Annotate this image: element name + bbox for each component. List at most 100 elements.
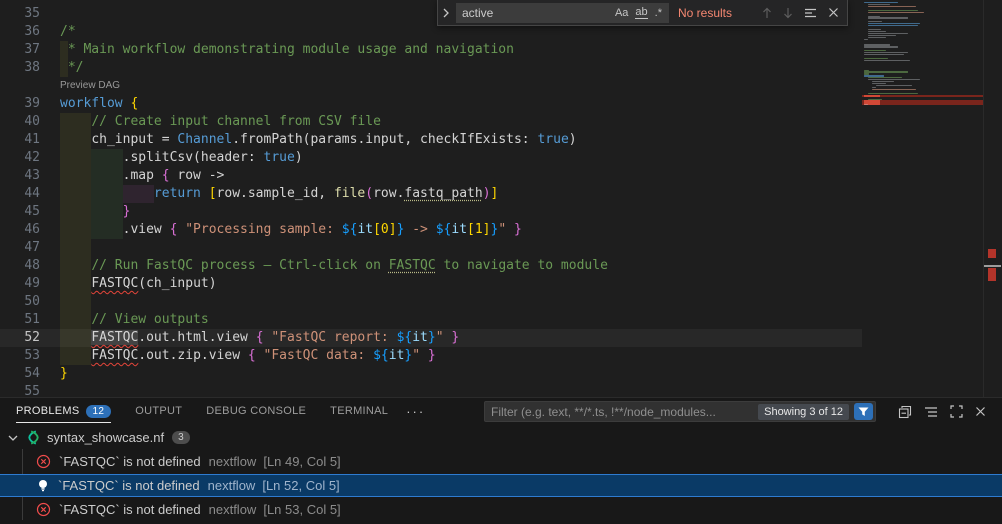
collapse-all-icon[interactable]: [898, 405, 912, 419]
token: (ch_input): [138, 276, 216, 291]
toggle-replace-chevron-icon[interactable]: [438, 0, 454, 25]
code-line[interactable]: 54}: [0, 365, 862, 383]
code-line[interactable]: 43 .map { row ->: [0, 167, 862, 185]
panel-tab-label: OUTPUT: [135, 405, 182, 417]
token: ${: [342, 222, 358, 237]
panel-actions: [898, 401, 986, 422]
token: ": [436, 330, 444, 345]
line-number: 44: [0, 185, 40, 203]
panel-tab-terminal[interactable]: TERMINAL: [330, 398, 388, 424]
token: workflow: [60, 96, 130, 111]
code-text: // Run FastQC process – Ctrl-click on FA…: [60, 257, 608, 275]
code-line[interactable]: 42 .splitCsv(header: true): [0, 149, 862, 167]
code-editor[interactable]: 3536/*37 * Main workflow demonstrating m…: [0, 0, 1002, 397]
code-line[interactable]: 41 ch_input = Channel.fromPath(params.in…: [0, 131, 862, 149]
problem-row[interactable]: `FASTQC` is not definednextflow[Ln 49, C…: [0, 450, 1002, 473]
code-text: */: [60, 59, 83, 77]
close-find-icon[interactable]: [828, 7, 839, 18]
line-number: 36: [0, 23, 40, 41]
token: true: [537, 132, 568, 147]
panel-tab-debug-console[interactable]: DEBUG CONSOLE: [206, 398, 306, 424]
code-line[interactable]: 40 // Create input channel from CSV file: [0, 113, 862, 131]
token: ${: [373, 348, 389, 363]
find-in-selection-icon[interactable]: [804, 7, 817, 19]
whole-word-icon[interactable]: ab: [635, 6, 647, 19]
token: [60, 186, 154, 201]
code-text: // View outputs: [60, 311, 209, 329]
minimap-line: [864, 104, 868, 105]
panel-tab-output[interactable]: OUTPUT: [135, 398, 182, 424]
token: fastq_path: [404, 186, 482, 201]
token: [60, 204, 123, 219]
code-text: /*: [60, 23, 76, 41]
find-query[interactable]: active: [456, 6, 615, 20]
code-line[interactable]: 49 FASTQC(ch_input): [0, 275, 862, 293]
code-line[interactable]: 46 .view { "Processing sample: ${it[0]} …: [0, 221, 862, 239]
chevron-down-icon[interactable]: [8, 434, 18, 442]
find-widget: active Aa ab .* No results: [437, 0, 848, 26]
token: // Run FastQC process – Ctrl-click on: [91, 258, 388, 273]
line-number: 48: [0, 257, 40, 275]
code-line[interactable]: 48 // Run FastQC process – Ctrl-click on…: [0, 257, 862, 275]
problem-source: nextflow: [209, 454, 257, 469]
token: .map: [60, 168, 162, 183]
code-line[interactable]: 44 return [row.sample_id, file(row.fastq…: [0, 185, 862, 203]
token: ): [483, 186, 491, 201]
regex-icon[interactable]: .*: [655, 7, 662, 19]
filter-input[interactable]: [485, 405, 758, 419]
line-number: 54: [0, 365, 40, 383]
token: [60, 258, 91, 273]
token: }: [428, 330, 436, 345]
match-case-icon[interactable]: Aa: [615, 7, 628, 19]
token: */: [60, 60, 83, 75]
minimap-line: [868, 17, 908, 18]
filter-funnel-icon[interactable]: [854, 403, 873, 420]
close-panel-icon[interactable]: [975, 406, 986, 417]
minimap-line: [864, 39, 868, 40]
code-text: [60, 239, 91, 257]
token: [60, 240, 91, 255]
more-actions-icon[interactable]: ···: [406, 404, 425, 419]
panel-tab-problems[interactable]: PROBLEMS12: [16, 398, 111, 424]
problem-message: `FASTQC` is not defined: [59, 502, 201, 517]
problem-position: [Ln 53, Col 5]: [263, 502, 340, 517]
code-text: FASTQC.out.html.view { "FastQC report: $…: [60, 329, 459, 347]
line-number: 46: [0, 221, 40, 239]
maximize-panel-icon[interactable]: [950, 405, 963, 418]
code-line[interactable]: 51 // View outputs: [0, 311, 862, 329]
problem-row[interactable]: `FASTQC` is not definednextflow[Ln 53, C…: [0, 498, 1002, 521]
code-line[interactable]: 39workflow {: [0, 95, 862, 113]
token: it: [389, 348, 405, 363]
code-text: }: [60, 203, 130, 221]
nextflow-file-icon: [26, 430, 41, 445]
line-number: 47: [0, 239, 40, 257]
code-line[interactable]: 53 FASTQC.out.zip.view { "FastQC data: $…: [0, 347, 862, 365]
problem-row[interactable]: `FASTQC` is not definednextflow[Ln 52, C…: [0, 474, 1002, 497]
view-as-table-icon[interactable]: [924, 406, 938, 418]
code-text: .map { row ->: [60, 167, 224, 185]
token: it: [451, 222, 467, 237]
minimap[interactable]: [862, 0, 983, 397]
token: {: [256, 330, 264, 345]
next-match-icon[interactable]: [783, 7, 793, 19]
problems-filter[interactable]: Showing 3 of 12: [484, 401, 876, 422]
code-line[interactable]: 50: [0, 293, 862, 311]
find-input[interactable]: active Aa ab .*: [456, 3, 669, 23]
preview-dag-codelens[interactable]: Preview DAG: [60, 80, 120, 92]
problems-file-row[interactable]: syntax_showcase.nf 3: [0, 426, 1002, 449]
previous-match-icon[interactable]: [762, 7, 772, 19]
token: // Create input channel from CSV file: [91, 114, 381, 129]
overview-ruler[interactable]: [983, 0, 1002, 397]
problems-tree: syntax_showcase.nf 3 `FASTQC` is not def…: [0, 425, 1002, 524]
find-status: No results: [678, 6, 732, 20]
code-line[interactable]: 47: [0, 239, 862, 257]
problem-position: [Ln 49, Col 5]: [263, 454, 340, 469]
minimap-line: [868, 12, 924, 13]
code-line[interactable]: 45 }: [0, 203, 862, 221]
token: [1]: [467, 222, 490, 237]
token: // View outputs: [91, 312, 208, 327]
code-line[interactable]: 52 FASTQC.out.html.view { "FastQC report…: [0, 329, 862, 347]
code-line[interactable]: 38 */: [0, 59, 862, 77]
code-line[interactable]: 37 * Main workflow demonstrating module …: [0, 41, 862, 59]
token: ->: [404, 222, 435, 237]
